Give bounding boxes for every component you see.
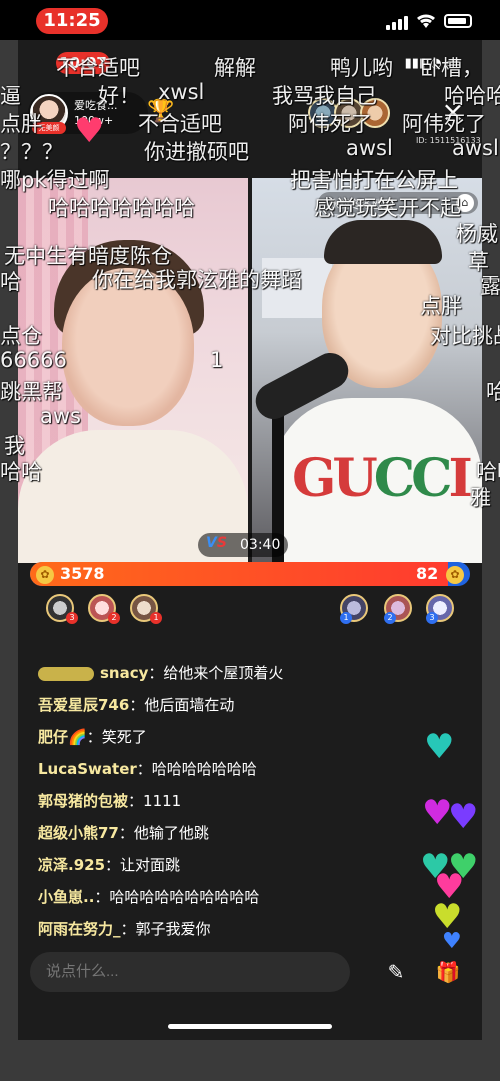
pk-right-score: 82: [416, 564, 439, 583]
gift-icon[interactable]: 🎁: [432, 956, 464, 988]
chat-message: snacy：给他来个屋顶着火: [38, 660, 283, 686]
battery-icon: [444, 14, 472, 28]
close-icon[interactable]: ×: [438, 98, 468, 128]
rank-badge: 1: [340, 612, 352, 624]
opponent-tag[interactable]: 冰封冬冬欧丢 ⌂: [318, 192, 478, 214]
room-id: ID: 1511516133: [416, 136, 481, 145]
trophy-icon[interactable]: 🏆: [144, 98, 178, 126]
chat-message: 超级小熊77：他输了他跳: [38, 824, 209, 842]
chat-message: 小鱼崽..：哈哈哈哈哈哈哈哈哈哈: [38, 888, 260, 906]
heart-icon: ♥: [448, 797, 479, 837]
pk-video-area[interactable]: GUCCI: [18, 178, 482, 563]
chat-text: 1111: [143, 792, 182, 810]
heart-icon: ♥: [74, 111, 105, 151]
shirt-logo: GUCCI: [292, 448, 473, 509]
follow-icon[interactable]: ⌂: [456, 194, 474, 212]
chat-message: 阿雨在努力_：郭子我爱你: [38, 920, 211, 938]
chat-username[interactable]: 吾爱星辰746: [38, 696, 129, 714]
chat-username[interactable]: LucaSwater: [38, 760, 137, 778]
opponent-name: 冰封冬冬欧丢: [328, 198, 394, 211]
level-badge: [38, 666, 94, 681]
danmaku-comment: 哈哈: [486, 380, 500, 404]
bottom-bar: ✎ 🎁: [30, 952, 470, 992]
chat-text: 笑死了: [101, 728, 147, 746]
chat-text: 哈哈哈哈哈哈哈哈哈哈: [109, 888, 260, 906]
home-indicator[interactable]: [168, 1024, 332, 1029]
rank-badge: 2: [384, 612, 396, 624]
chat-username[interactable]: 超级小熊77: [38, 824, 119, 842]
chat-username[interactable]: 小鱼崽..: [38, 888, 94, 906]
rank-badge: 3: [426, 612, 438, 624]
host-video[interactable]: [18, 178, 248, 563]
rank-badge: 2: [108, 612, 120, 624]
rank-badge: 3: [66, 612, 78, 624]
chat-username[interactable]: 凉泽.925: [38, 856, 105, 874]
status-bar: 11:25: [0, 0, 500, 40]
floating-hearts: ♥ ♥ ♥ ♥ ♥ ♥ ♥ ♥: [420, 720, 490, 960]
edit-icon[interactable]: ✎: [380, 956, 412, 988]
chat-username[interactable]: snacy: [100, 664, 148, 682]
opponent-video[interactable]: GUCCI: [252, 178, 482, 563]
pk-timer: VS 03:40: [198, 533, 288, 557]
wifi-icon: [417, 14, 435, 28]
comment-input[interactable]: [30, 952, 350, 992]
inner-status-icons: ▮▮▮ ◔ ▭: [404, 56, 458, 71]
avatar[interactable]: [360, 98, 390, 128]
danmaku-comment: 露: [480, 274, 500, 298]
phone-frame: 11:25 10:07 ▮▮▮ ◔ ▭ 无美颜 爱吃食... ♥100w+ 🏆: [0, 0, 500, 1081]
chat-message: 肥仔🌈：笑死了: [38, 728, 147, 746]
chat-message: 凉泽.925：让对面跳: [38, 856, 181, 874]
chat-text: 他输了他跳: [133, 824, 209, 842]
opponent-hair: [324, 220, 442, 264]
pk-score-icon-right: ✿: [446, 566, 464, 584]
signal-icon: [386, 14, 408, 30]
chat-text: 哈哈哈哈哈哈哈: [151, 760, 257, 778]
status-time: 11:25: [36, 8, 108, 34]
chat-message: LucaSwater：哈哈哈哈哈哈哈: [38, 760, 257, 778]
vs-icon: VS: [206, 535, 227, 551]
pk-score-icon-left: ✿: [36, 566, 54, 584]
chat-text: 郭子我爱你: [135, 920, 211, 938]
host-card[interactable]: 无美颜 爱吃食... ♥ 100w+: [28, 92, 148, 148]
inner-status-time: 10:07: [56, 52, 110, 74]
heart-icon: ♥: [424, 727, 455, 767]
chat-message: 郭母猪的包被：1111: [38, 792, 182, 810]
viewer-avatars[interactable]: [308, 98, 418, 130]
chat-username[interactable]: 肥仔🌈: [38, 728, 87, 746]
chat-message: 吾爱星辰746：他后面墙在动: [38, 696, 235, 714]
chat-text: 让对面跳: [120, 856, 181, 874]
pk-timer-text: 03:40: [240, 537, 281, 553]
host-badge: 无美颜: [32, 122, 66, 134]
chat-text: 给他来个屋顶着火: [163, 664, 284, 682]
pk-left-score: 3578: [60, 564, 105, 583]
rank-badge: 1: [150, 612, 162, 624]
chat-username[interactable]: 郭母猪的包被: [38, 792, 128, 810]
host-face: [62, 268, 194, 426]
host-likes: ♥ 100w+: [74, 114, 113, 148]
chat-text: 他后面墙在动: [144, 696, 235, 714]
inner-status-bar: 10:07 ▮▮▮ ◔ ▭: [18, 40, 482, 92]
chat-username[interactable]: 阿雨在努力_: [38, 920, 121, 938]
